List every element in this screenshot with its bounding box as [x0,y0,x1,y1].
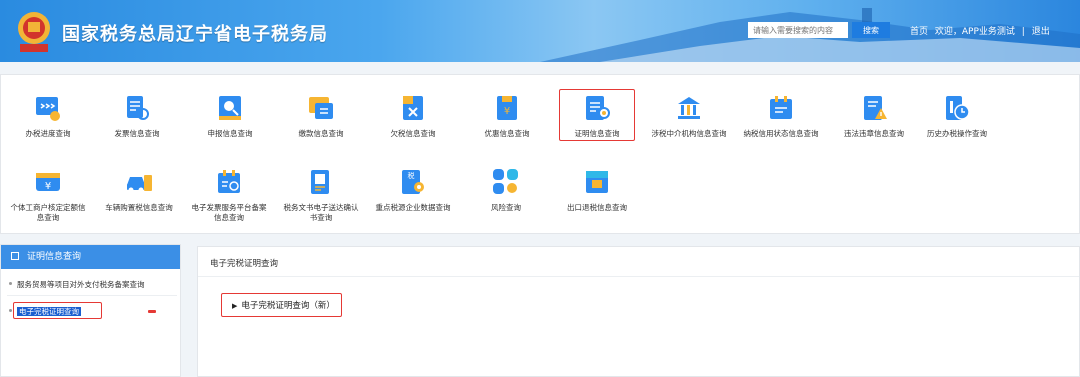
site-title: 国家税务总局辽宁省电子税务局 [62,24,328,45]
query-item-label: 欠税信息查询 [390,129,436,138]
query-item-payment[interactable]: 缴款信息查询 [281,93,361,139]
e-invoice-icon [218,170,240,193]
query-item-label: 税务文书电子送达确认书查询 [283,203,359,222]
svg-text:¥: ¥ [45,181,51,192]
content-title: 电子完税证明查询 [198,247,1079,277]
query-item-label: 违法违章信息查询 [844,129,904,138]
nav-separator: | [1021,27,1025,37]
query-item-label: 缴款信息查询 [298,129,344,138]
credit-icon [770,96,792,119]
document-icon [311,170,329,194]
highlight-box-sidebar [13,302,102,319]
invoice-icon [127,96,149,120]
query-item-label: 历史办税操作查询 [927,129,987,138]
query-item-agency[interactable]: 涉税中介机构信息查询 [649,93,729,139]
logout-link[interactable]: 退出 [1032,27,1050,37]
query-item-history[interactable]: 历史办税操作查询 [917,93,997,139]
query-item-vehicle[interactable]: 车辆购置税信息查询 [99,167,179,213]
agency-icon [678,97,700,119]
individual-icon: ¥ [36,173,60,192]
highlight-box-certificate [559,89,635,141]
query-item-label: 优惠信息查询 [484,129,530,138]
sidebar-title: 证明信息查询 [27,252,82,262]
query-item-progress[interactable]: 办税进度查询 [8,93,88,139]
search-button[interactable]: 搜索 [852,22,890,38]
bullet-icon [9,309,12,312]
query-item-risk[interactable]: 风险查询 [466,167,546,213]
content-panel: 电子完税证明查询 ▶ 电子完税证明查询（新） [197,246,1080,377]
key-source-icon: 税 [402,170,424,194]
list-icon [11,252,19,260]
risk-icon [493,169,518,194]
top-nav: 首页 欢迎，APP业务测试 | 退出 [910,24,1054,37]
query-item-export-refund[interactable]: 出口退税信息查询 [557,167,637,213]
query-item-label: 纳税信用状态信息查询 [743,129,819,138]
query-item-arrears[interactable]: 欠税信息查询 [373,93,453,139]
svg-text:¥: ¥ [504,106,510,117]
query-item-invoice[interactable]: 发票信息查询 [97,93,177,139]
query-item-label: 办税进度查询 [25,129,71,138]
query-item-label: 电子发票服务平台备案信息查询 [191,203,267,222]
query-item-discount[interactable]: ¥ 优惠信息查询 [467,93,547,139]
query-item-label: 重点税源企业数据查询 [375,203,451,212]
export-refund-icon [586,171,608,193]
svg-text:税: 税 [408,171,415,180]
declare-icon [219,96,241,120]
highlight-box-content [221,293,342,317]
welcome-text: 欢迎，APP业务测试 [934,27,1015,37]
query-item-declare[interactable]: 申报信息查询 [190,93,270,139]
search-input[interactable] [748,22,848,38]
query-item-violation[interactable]: 违法违章信息查询 [834,93,914,139]
query-item-key-source[interactable]: 税 重点税源企业数据查询 [373,167,453,213]
home-link[interactable]: 首页 [910,27,928,37]
sidebar-header: 证明信息查询 [1,245,180,269]
query-item-label: 涉税中介机构信息查询 [651,129,727,138]
sidebar-item-service-trade[interactable]: 服务贸易等项目对外支付税务备案查询 [1,279,182,290]
query-item-label: 车辆购置税信息查询 [105,203,173,212]
bullet-icon [9,282,12,285]
query-item-label: 发票信息查询 [114,129,160,138]
progress-icon [36,97,60,121]
arrears-icon [403,96,423,120]
site-header: 国家税务总局辽宁省电子税务局 搜索 首页 欢迎，APP业务测试 | 退出 [0,0,1080,62]
sidebar-item-label: 服务贸易等项目对外支付税务备案查询 [17,280,145,289]
query-item-e-invoice[interactable]: 电子发票服务平台备案信息查询 [189,167,269,223]
discount-icon: ¥ [497,96,517,120]
left-sidebar: 证明信息查询 服务贸易等项目对外支付税务备案查询 电子完税证明查询 [0,244,181,377]
query-item-document[interactable]: 税务文书电子送达确认书查询 [281,167,361,223]
violation-icon [864,96,887,120]
vehicle-icon [127,175,152,193]
divider [7,295,177,296]
query-item-label: 申报信息查询 [207,129,253,138]
query-icon-panel: 办税进度查询 发票信息查询 申报信息查询 缴款信息查询 欠税信息查询 ¥ 优惠信… [0,74,1080,234]
query-item-credit[interactable]: 纳税信用状态信息查询 [741,93,821,139]
query-item-label: 风险查询 [491,203,521,212]
query-item-label: 出口退税信息查询 [567,203,627,212]
tax-bureau-emblem-icon [18,12,50,52]
payment-icon [309,97,333,119]
query-item-individual[interactable]: ¥ 个体工商户核定定额信息查询 [8,167,88,223]
red-annotation-mark [148,310,156,313]
history-icon [946,96,970,120]
query-item-label: 个体工商户核定定额信息查询 [10,203,86,222]
